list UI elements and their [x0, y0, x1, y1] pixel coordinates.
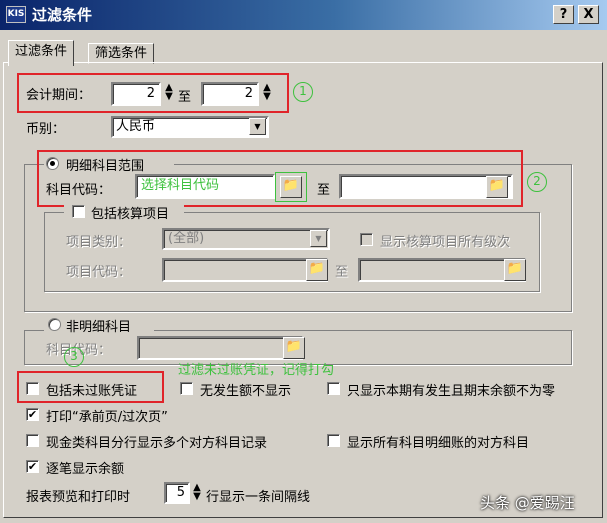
chevron-down-icon[interactable]: ▼ [310, 230, 327, 247]
item-code-label: 项目代码： [66, 265, 132, 280]
detail-code-label: 科目代码： [46, 183, 112, 198]
detail-radio[interactable] [46, 157, 59, 170]
currency-select[interactable]: 人民币 [111, 116, 269, 138]
tab-filter[interactable]: 过滤条件 [8, 40, 75, 66]
print-carry-label: 打印“承前页/过次页” [46, 410, 168, 425]
cash-multi-line-label: 现金类科目分行显示多个对方科目记录 [46, 436, 268, 451]
item-code-to-field[interactable] [358, 258, 526, 282]
period-from-field[interactable]: 2 [111, 82, 161, 106]
help-button[interactable]: ? [553, 5, 574, 24]
browse-icon[interactable]: 📁 [486, 176, 508, 198]
cash-multi-line-checkbox[interactable] [26, 434, 39, 447]
category-label: 项目类别： [66, 235, 132, 250]
period-to-label: 至 [178, 90, 192, 105]
annotation-3: 3 [64, 347, 84, 367]
accounting-check-label: 包括核算项目 [91, 207, 170, 222]
show-all-counter-label: 显示所有科目明细账的对方科目 [347, 436, 530, 451]
tab-screening[interactable]: 筛选条件 [88, 43, 155, 64]
only-period-balance-checkbox[interactable] [327, 382, 340, 395]
annotation-1: 1 [293, 82, 313, 102]
running-balance-label: 逐笔显示余额 [46, 462, 125, 477]
preview-interval-spinner[interactable]: ▲ ▼ [190, 483, 204, 502]
watermark: 头条 @爱踢汪 [480, 494, 575, 512]
period-to-field[interactable]: 2 [201, 82, 259, 106]
show-all-counter-checkbox[interactable] [327, 434, 340, 447]
include-unposted-label: 包括未过账凭证 [46, 384, 138, 399]
accounting-checkbox[interactable] [72, 205, 85, 218]
non-detail-radio-label: 非明细科目 [66, 320, 132, 335]
period-to-spinner[interactable]: ▲ ▼ [260, 83, 274, 102]
annotation-note: 过滤未过账凭证，记得打勾 [178, 363, 335, 378]
detail-radio-label: 明细科目范围 [66, 159, 145, 174]
show-all-levels-label: 显示核算项目所有级次 [380, 235, 511, 250]
item-to-label: 至 [335, 265, 349, 280]
currency-label: 币别： [26, 122, 66, 137]
browse-icon[interactable]: 📁 [504, 259, 526, 281]
window-title: 过滤条件 [32, 6, 93, 24]
detail-code-from-field[interactable]: 选择科目代码 [135, 174, 275, 199]
period-from-spinner[interactable]: ▲ ▼ [162, 83, 176, 102]
close-button[interactable]: X [578, 5, 599, 24]
include-unposted-checkbox[interactable] [26, 382, 39, 395]
detail-to-label: 至 [317, 183, 331, 198]
non-detail-radio[interactable] [48, 318, 61, 331]
preview-label-before: 报表预览和打印时 [26, 490, 131, 505]
preview-interval-field[interactable]: 5 [164, 482, 190, 504]
category-select[interactable]: (全部) [162, 228, 330, 250]
chevron-down-icon[interactable]: ▼ [249, 118, 266, 135]
hide-zero-checkbox[interactable] [180, 382, 193, 395]
app-icon: KIS [6, 6, 26, 23]
print-carry-checkbox[interactable]: ✔ [26, 408, 39, 421]
non-detail-code-field[interactable] [137, 336, 303, 360]
hide-zero-label: 无发生额不显示 [200, 384, 292, 399]
browse-icon[interactable]: 📁 [283, 337, 305, 359]
item-code-from-field[interactable] [162, 258, 328, 282]
annotation-2: 2 [527, 172, 547, 192]
browse-icon[interactable]: 📁 [306, 259, 328, 281]
period-label: 会计期间： [26, 88, 92, 103]
show-all-levels-checkbox[interactable] [360, 233, 373, 246]
preview-label-after: 行显示一条间隔线 [206, 490, 311, 505]
running-balance-checkbox[interactable]: ✔ [26, 460, 39, 473]
browse-icon[interactable]: 📁 [280, 176, 302, 198]
only-period-balance-label: 只显示本期有发生且期末余额不为零 [347, 384, 556, 399]
